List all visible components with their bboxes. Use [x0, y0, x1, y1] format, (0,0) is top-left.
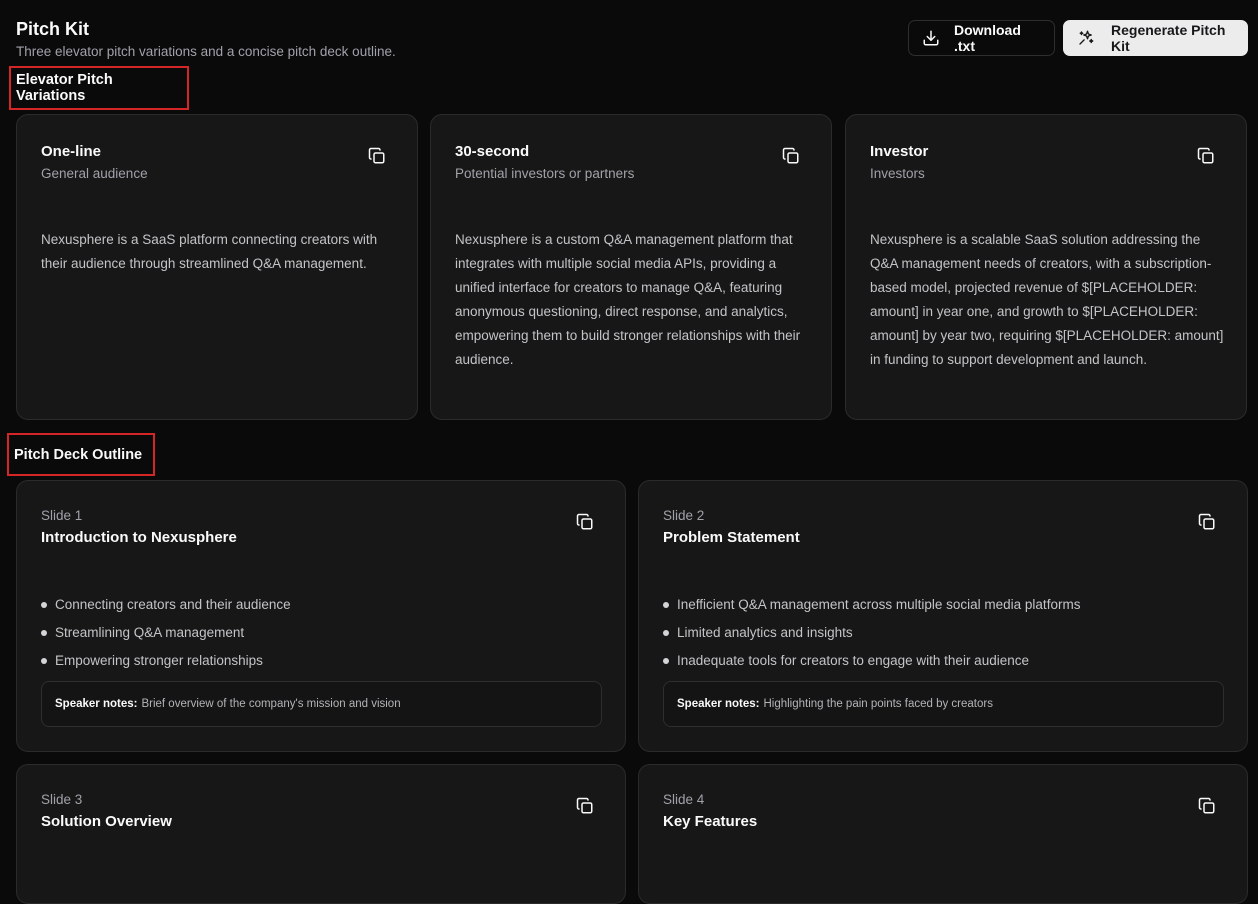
- pitch-audience: Potential investors or partners: [455, 166, 635, 181]
- bullet-dot: [663, 630, 669, 636]
- speaker-notes: Speaker notes: Brief overview of the com…: [41, 681, 602, 727]
- copy-icon[interactable]: [1198, 797, 1216, 815]
- speaker-notes-text: Highlighting the pain points faced by cr…: [763, 698, 993, 710]
- list-item: Limited analytics and insights: [663, 619, 1080, 647]
- pitch-title: Investor: [870, 143, 929, 160]
- speaker-notes-text: Brief overview of the company's mission …: [141, 698, 401, 710]
- list-item: Connecting creators and their audience: [41, 591, 291, 619]
- download-txt-button[interactable]: Download .txt: [908, 20, 1055, 56]
- bullet-dot: [41, 658, 47, 664]
- pitch-card-investor: Investor Investors Nexusphere is a scala…: [845, 114, 1247, 420]
- pitch-title: One-line: [41, 143, 102, 160]
- list-item: Inefficient Q&A management across multip…: [663, 591, 1080, 619]
- download-icon: [922, 29, 940, 47]
- copy-icon[interactable]: [576, 513, 594, 531]
- regenerate-pitch-kit-button[interactable]: Regenerate Pitch Kit: [1063, 20, 1248, 56]
- pitch-card-30-second: 30-second Potential investors or partner…: [430, 114, 832, 420]
- bullet-dot: [663, 602, 669, 608]
- pitch-text: Nexusphere is a scalable SaaS solution a…: [870, 232, 1224, 367]
- bullet-dot: [663, 658, 669, 664]
- copy-icon[interactable]: [576, 797, 594, 815]
- slide-bullets: Inefficient Q&A management across multip…: [663, 591, 1080, 675]
- pitch-text: Nexusphere is a SaaS platform connecting…: [41, 232, 378, 271]
- download-label: Download .txt: [954, 22, 1021, 54]
- slide-title: Solution Overview: [41, 813, 172, 830]
- slide-number: Slide 3: [41, 792, 83, 807]
- slide-card-1: Slide 1 Introduction to Nexusphere Conne…: [16, 480, 626, 752]
- copy-icon[interactable]: [368, 147, 386, 165]
- speaker-notes: Speaker notes: Highlighting the pain poi…: [663, 681, 1224, 727]
- bullet-dot: [41, 630, 47, 636]
- list-item: Streamlining Q&A management: [41, 619, 291, 647]
- slide-number: Slide 2: [663, 508, 705, 523]
- pitch-audience: General audience: [41, 166, 148, 181]
- pitch-text: Nexusphere is a custom Q&A management pl…: [455, 232, 801, 367]
- pitch-audience: Investors: [870, 166, 925, 181]
- slide-title: Problem Statement: [663, 529, 800, 546]
- list-item: Empowering stronger relationships: [41, 647, 291, 675]
- copy-icon[interactable]: [782, 147, 800, 165]
- slide-number: Slide 1: [41, 508, 83, 523]
- pitch-deck-section-title: Pitch Deck Outline: [7, 433, 155, 476]
- slide-title: Introduction to Nexusphere: [41, 529, 237, 546]
- copy-icon[interactable]: [1198, 513, 1216, 531]
- pitch-card-one-line: One-line General audience Nexusphere is …: [16, 114, 418, 420]
- slide-bullets: Connecting creators and their audience S…: [41, 591, 291, 675]
- copy-icon[interactable]: [1197, 147, 1215, 165]
- slide-title: Key Features: [663, 813, 758, 830]
- elevator-pitch-section-title: Elevator Pitch Variations: [9, 66, 189, 110]
- bullet-dot: [41, 602, 47, 608]
- slide-number: Slide 4: [663, 792, 705, 807]
- sparkles-icon: [1077, 29, 1095, 47]
- slide-card-2: Slide 2 Problem Statement Inefficient Q&…: [638, 480, 1248, 752]
- list-item: Inadequate tools for creators to engage …: [663, 647, 1080, 675]
- speaker-notes-label: Speaker notes:: [677, 698, 760, 710]
- page-header: Pitch Kit Three elevator pitch variation…: [16, 18, 1248, 61]
- speaker-notes-label: Speaker notes:: [55, 698, 138, 710]
- slide-card-4: Slide 4 Key Features: [638, 764, 1248, 904]
- regenerate-label: Regenerate Pitch Kit: [1111, 22, 1226, 54]
- pitch-title: 30-second: [455, 143, 530, 160]
- header-actions: Download .txt Regenerate Pitch Kit: [908, 20, 1248, 56]
- slide-card-3: Slide 3 Solution Overview: [16, 764, 626, 904]
